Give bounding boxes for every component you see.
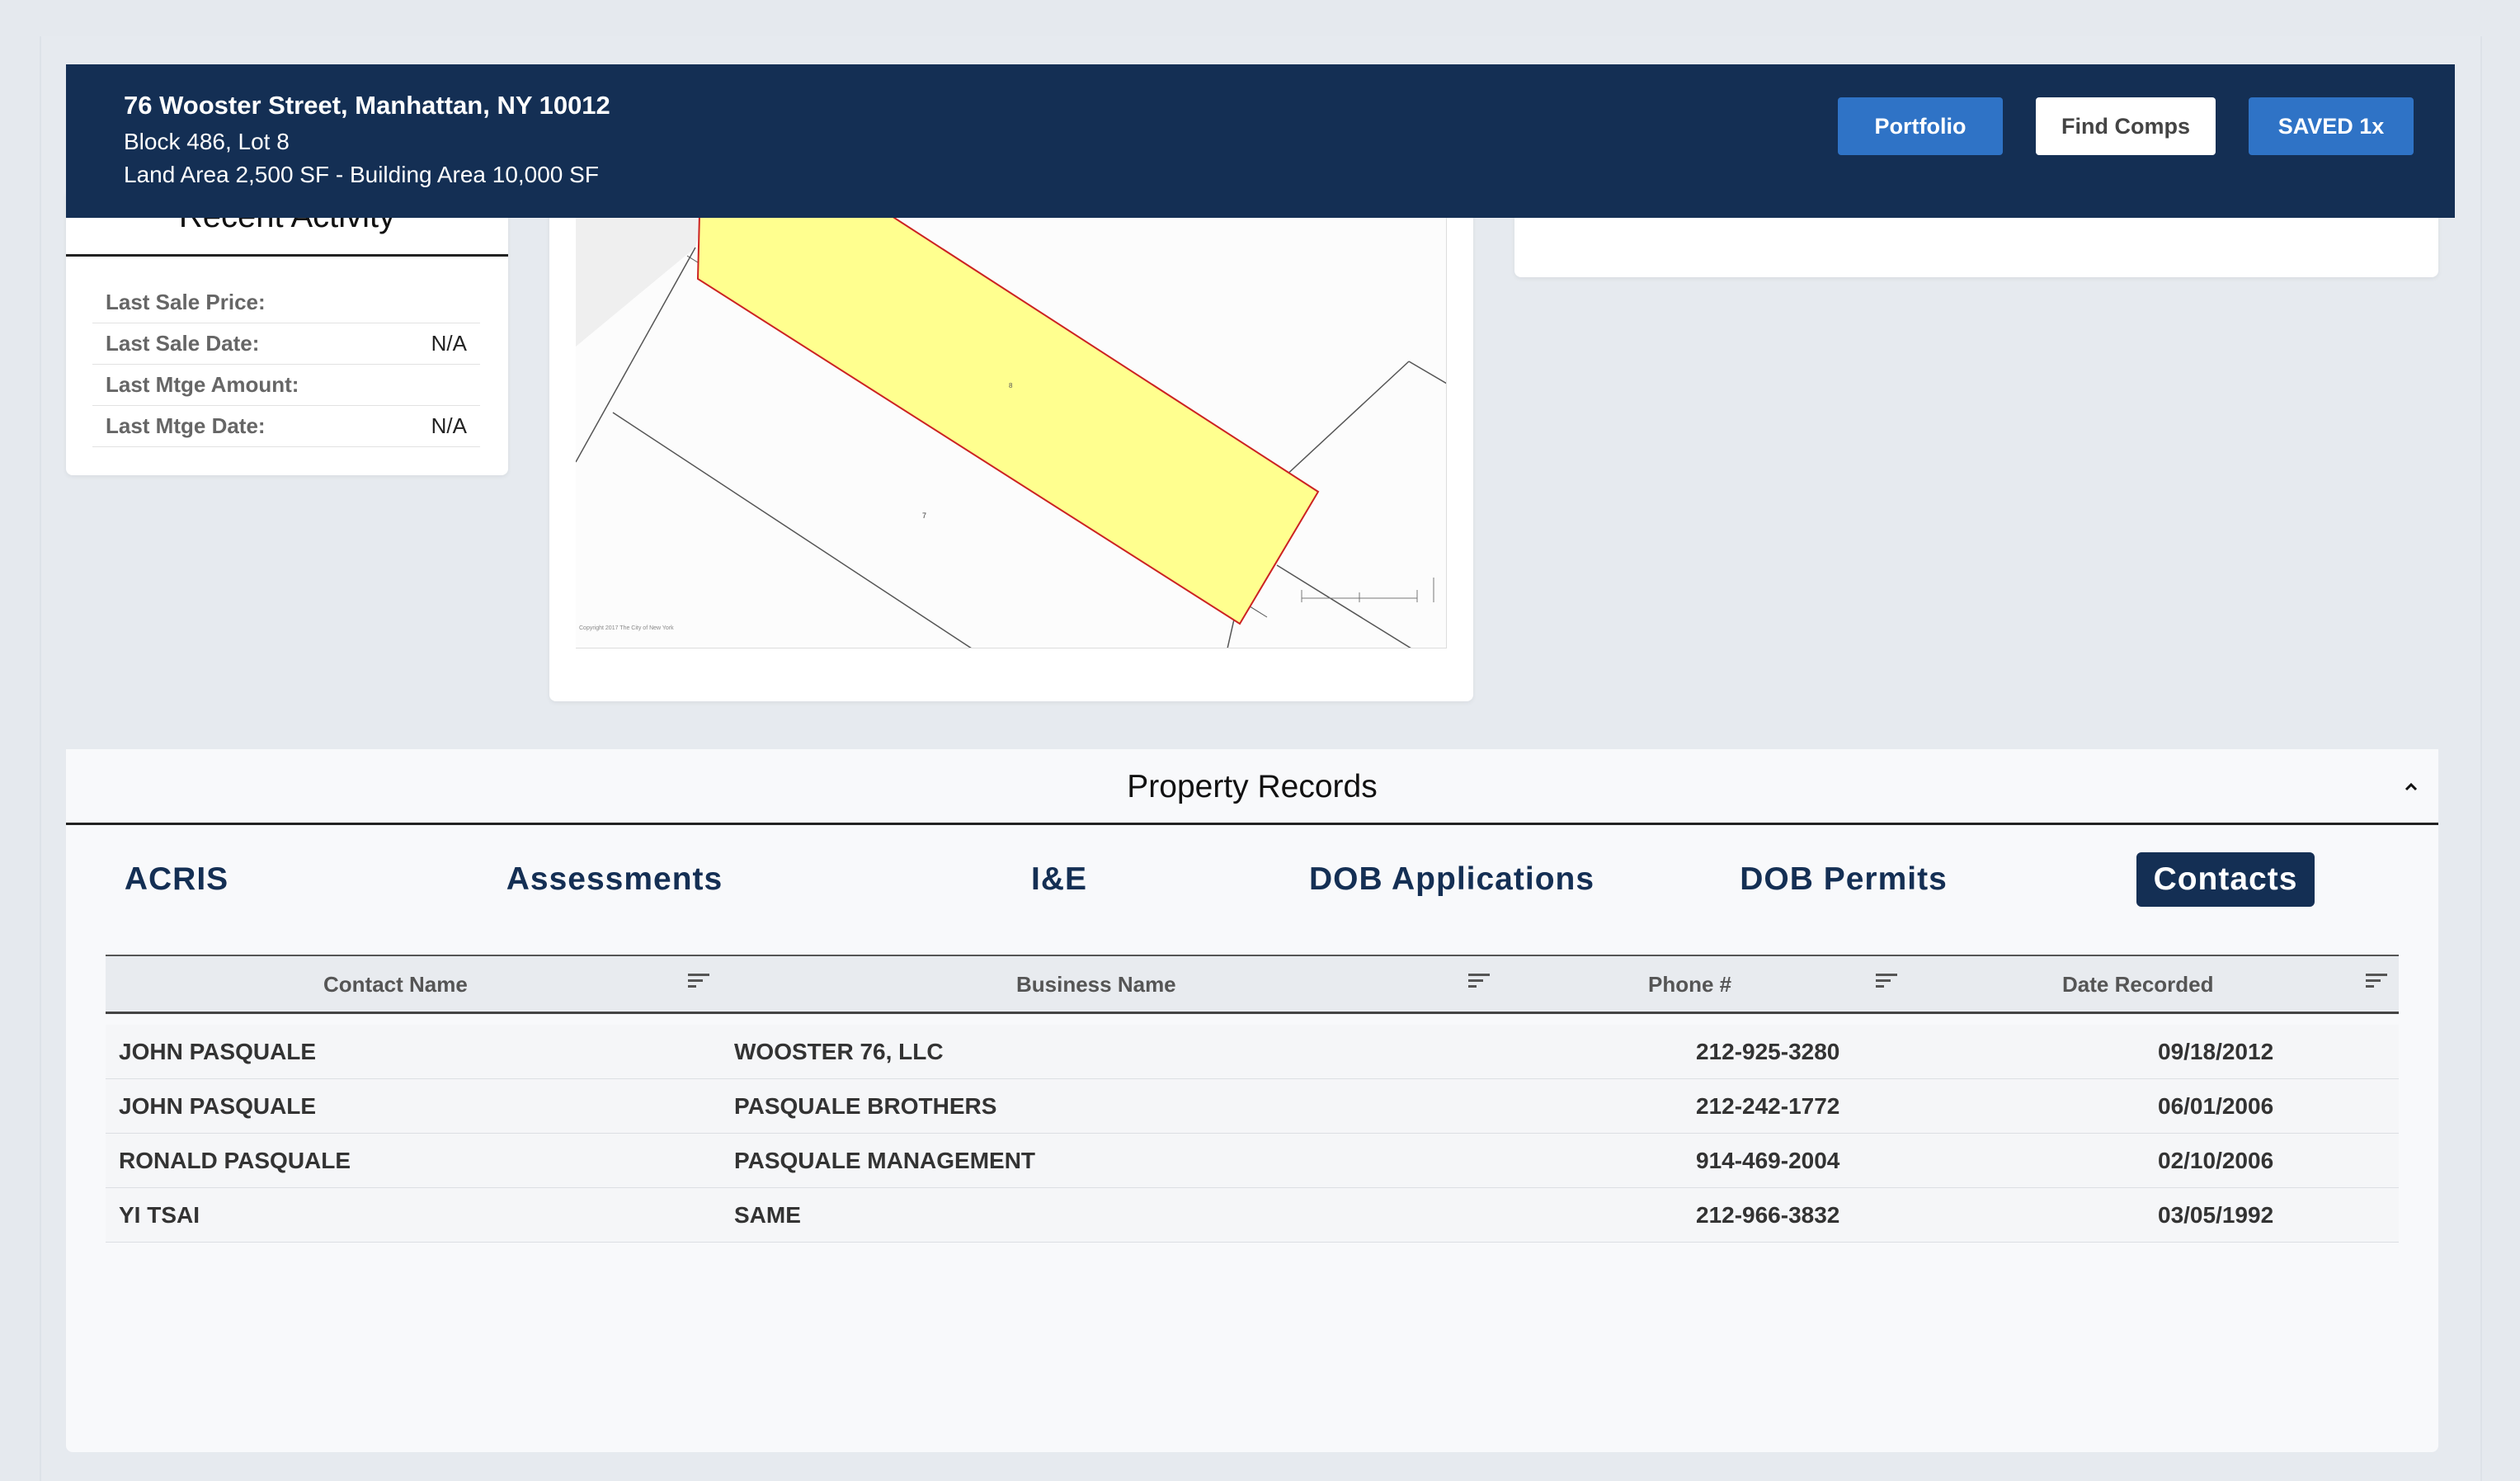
sort-icon[interactable]	[1874, 971, 1899, 991]
contacts-table-header: Contact Name Business Name Phone # Date …	[106, 955, 2399, 1014]
sort-icon[interactable]	[2364, 971, 2389, 991]
tab-acris[interactable]: ACRIS	[111, 852, 243, 907]
tax-map-card: 8 7 Copyright 2017 The City of New York	[549, 190, 1473, 701]
column-header-contact-name[interactable]: Contact Name	[323, 956, 468, 1013]
activity-label: Last Sale Price:	[106, 290, 266, 314]
cell-contact-name: JOHN PASQUALE	[119, 1039, 317, 1064]
property-records-header[interactable]: Property Records	[66, 749, 2438, 825]
sort-icon[interactable]	[686, 971, 711, 991]
activity-row: Last Sale Date: N/A	[92, 323, 480, 365]
recent-activity-card: Recent Activity Last Sale Price: Last Sa…	[66, 190, 508, 475]
table-row[interactable]: RONALD PASQUALE PASQUALE MANAGEMENT 914-…	[106, 1134, 2399, 1188]
activity-label: Last Sale Date:	[106, 331, 260, 356]
property-records-panel: Property Records ACRIS Assessments I&E D…	[66, 749, 2438, 1452]
map-copyright: Copyright 2017 The City of New York	[579, 625, 674, 631]
cell-date-recorded: 09/18/2012	[2158, 1039, 2274, 1064]
tab-contacts[interactable]: Contacts	[2136, 852, 2315, 907]
activity-value: N/A	[431, 331, 467, 356]
activity-label: Last Mtge Amount:	[106, 372, 299, 397]
tab-dob-permits[interactable]: DOB Permits	[1724, 852, 1963, 907]
tax-map-drawing: 8 7	[576, 215, 1446, 648]
cell-phone: 212-966-3832	[1696, 1202, 1840, 1228]
lot-line	[1408, 361, 1446, 384]
cell-phone: 914-469-2004	[1696, 1148, 1840, 1173]
chevron-up-icon[interactable]	[2397, 772, 2425, 800]
subject-parcel	[696, 215, 1320, 625]
cell-business-name: SAME	[734, 1202, 801, 1228]
activity-row: Last Mtge Date: N/A	[92, 406, 480, 447]
cell-business-name: PASQUALE MANAGEMENT	[734, 1148, 1036, 1173]
cell-business-name: PASQUALE BROTHERS	[734, 1093, 997, 1119]
area-summary: Land Area 2,500 SF - Building Area 10,00…	[124, 162, 599, 187]
table-row[interactable]: JOHN PASQUALE WOOSTER 76, LLC 212-925-32…	[106, 1025, 2399, 1079]
column-header-date-recorded[interactable]: Date Recorded	[2062, 956, 2214, 1013]
sort-icon[interactable]	[1467, 971, 1491, 991]
tab-dob-applications[interactable]: DOB Applications	[1295, 852, 1609, 907]
property-records-title: Property Records	[1127, 769, 1378, 804]
tab-assessments[interactable]: Assessments	[495, 852, 734, 907]
portfolio-button[interactable]: Portfolio	[1838, 97, 2003, 155]
lot-number-label: 8	[1009, 382, 1013, 389]
tax-map[interactable]: 8 7 Copyright 2017 The City of New York	[576, 215, 1447, 649]
tab-i-and-e[interactable]: I&E	[1010, 852, 1109, 907]
activity-row: Last Mtge Amount:	[92, 365, 480, 406]
column-header-business-name[interactable]: Business Name	[1016, 956, 1176, 1013]
cell-phone: 212-925-3280	[1696, 1039, 1840, 1064]
find-comps-button[interactable]: Find Comps	[2036, 97, 2216, 155]
activity-row: Last Sale Price:	[92, 282, 480, 323]
lot-line	[1276, 564, 1411, 648]
property-address: 76 Wooster Street, Manhattan, NY 10012	[124, 91, 610, 120]
cell-contact-name: JOHN PASQUALE	[119, 1093, 317, 1119]
activity-value: N/A	[431, 413, 467, 438]
neighbor-lot-number-label: 7	[922, 512, 926, 520]
table-row[interactable]: YI TSAI SAME 212-966-3832 03/05/1992	[106, 1188, 2399, 1243]
property-header: 76 Wooster Street, Manhattan, NY 10012 B…	[66, 64, 2455, 218]
cell-date-recorded: 03/05/1992	[2158, 1202, 2274, 1228]
cell-business-name: WOOSTER 76, LLC	[734, 1039, 944, 1064]
lot-line	[612, 412, 972, 648]
cell-contact-name: RONALD PASQUALE	[119, 1148, 351, 1173]
cell-phone: 212-242-1772	[1696, 1093, 1840, 1119]
cell-date-recorded: 02/10/2006	[2158, 1148, 2274, 1173]
divider	[66, 254, 508, 257]
saved-button[interactable]: SAVED 1x	[2249, 97, 2414, 155]
block-lot: Block 486, Lot 8	[124, 129, 290, 154]
table-row[interactable]: JOHN PASQUALE PASQUALE BROTHERS 212-242-…	[106, 1079, 2399, 1134]
neighbor-parcel	[576, 215, 704, 347]
activity-label: Last Mtge Date:	[106, 413, 266, 438]
cell-contact-name: YI TSAI	[119, 1202, 200, 1228]
cell-date-recorded: 06/01/2006	[2158, 1093, 2274, 1119]
column-header-phone[interactable]: Phone #	[1648, 956, 1731, 1013]
